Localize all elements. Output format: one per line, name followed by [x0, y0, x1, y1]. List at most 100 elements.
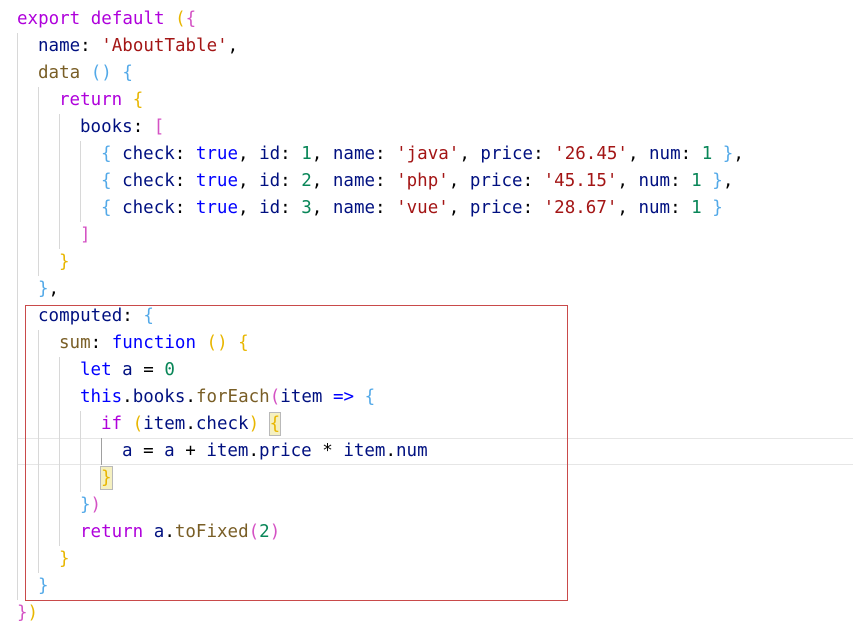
- indent-guide: [17, 438, 18, 465]
- code-token: true: [195, 171, 239, 191]
- code-line[interactable]: books: [: [80, 114, 164, 141]
- code-token: ,: [48, 279, 60, 299]
- code-token: 1: [301, 144, 312, 164]
- code-token: default: [90, 9, 165, 29]
- code-line[interactable]: ]: [80, 222, 91, 249]
- code-token: ): [27, 603, 39, 623]
- code-token: :: [280, 144, 302, 164]
- code-line[interactable]: }): [17, 600, 38, 627]
- code-token: '45.15': [543, 171, 618, 191]
- code-token: 'vue': [396, 198, 449, 218]
- code-line[interactable]: name: 'AboutTable',: [38, 33, 238, 60]
- code-token: name: [38, 36, 81, 56]
- code-token: [: [153, 117, 165, 137]
- code-token: id: [259, 198, 281, 218]
- code-token: :: [522, 171, 544, 191]
- indent-guide: [17, 411, 18, 438]
- code-token: ,: [627, 144, 650, 164]
- code-token: }: [722, 144, 734, 164]
- code-token: {: [101, 144, 112, 164]
- indent-guide: [17, 384, 18, 411]
- indent-guide: [80, 195, 81, 222]
- computed-block-highlight-box: [25, 305, 568, 601]
- code-token: }: [17, 603, 28, 623]
- code-token: (: [175, 9, 186, 29]
- indent-guide: [17, 465, 18, 492]
- indent-guide: [17, 357, 18, 384]
- indent-guide: [59, 195, 60, 222]
- indent-guide: [59, 141, 60, 168]
- code-token: ,: [459, 144, 481, 164]
- code-token: ,: [733, 144, 744, 164]
- indent-guide: [80, 141, 81, 168]
- indent-guide: [59, 222, 60, 249]
- code-line[interactable]: export default ({: [17, 6, 196, 33]
- code-token: ,: [448, 198, 470, 218]
- code-token: ,: [617, 171, 639, 191]
- code-token: :: [375, 144, 397, 164]
- code-line[interactable]: { check: true, id: 2, name: 'php', price…: [101, 168, 733, 195]
- code-token: ]: [80, 225, 91, 245]
- code-token: books: [80, 117, 133, 137]
- code-token: 'java': [396, 144, 460, 164]
- code-token: {: [101, 171, 112, 191]
- code-token: ,: [311, 198, 333, 218]
- code-token: 2: [301, 171, 312, 191]
- code-token: (): [90, 63, 112, 83]
- indent-guide: [17, 330, 18, 357]
- code-line[interactable]: return {: [59, 87, 143, 114]
- code-token: }: [59, 252, 70, 272]
- code-token: true: [195, 144, 239, 164]
- code-token: check: [122, 198, 175, 218]
- code-token: ,: [311, 171, 333, 191]
- indent-guide: [38, 222, 39, 249]
- code-token: '26.45': [554, 144, 628, 164]
- code-token: 'AboutTable': [101, 36, 228, 56]
- code-token: ,: [617, 198, 639, 218]
- code-token: true: [195, 198, 239, 218]
- code-token: ,: [722, 171, 734, 191]
- code-token: id: [259, 144, 281, 164]
- code-token: check: [122, 171, 175, 191]
- code-editor[interactable]: export default ({name: 'AboutTable', data…: [0, 0, 853, 636]
- code-token: 1: [691, 198, 702, 218]
- code-token: 1: [701, 144, 713, 164]
- code-token: ,: [238, 144, 260, 164]
- code-token: 3: [301, 198, 312, 218]
- indent-guide: [38, 87, 39, 114]
- code-token: :: [280, 171, 302, 191]
- indent-guide: [17, 303, 18, 330]
- indent-guide: [38, 141, 39, 168]
- code-line[interactable]: },: [38, 276, 59, 303]
- code-token: ,: [227, 36, 239, 56]
- indent-guide: [17, 222, 18, 249]
- code-token: 'php': [396, 171, 449, 191]
- code-token: }: [712, 198, 723, 218]
- indent-guide: [59, 114, 60, 141]
- code-token: name: [332, 171, 376, 191]
- indent-guide: [38, 195, 39, 222]
- code-token: ,: [448, 171, 470, 191]
- code-token: price: [469, 198, 523, 218]
- code-line[interactable]: { check: true, id: 3, name: 'vue', price…: [101, 195, 723, 222]
- code-token: }: [712, 171, 723, 191]
- code-token: '28.67': [543, 198, 618, 218]
- code-token: price: [469, 171, 523, 191]
- code-token: :: [375, 171, 397, 191]
- code-token: {: [132, 90, 144, 110]
- indent-guide: [17, 519, 18, 546]
- code-line[interactable]: data () {: [38, 60, 133, 87]
- indent-guide: [17, 573, 18, 600]
- code-token: num: [638, 171, 671, 191]
- code-token: ,: [238, 198, 260, 218]
- indent-guide: [17, 168, 18, 195]
- code-line[interactable]: { check: true, id: 1, name: 'java', pric…: [101, 141, 744, 168]
- indent-guide: [38, 168, 39, 195]
- code-token: data: [38, 63, 81, 83]
- code-line[interactable]: }: [59, 249, 70, 276]
